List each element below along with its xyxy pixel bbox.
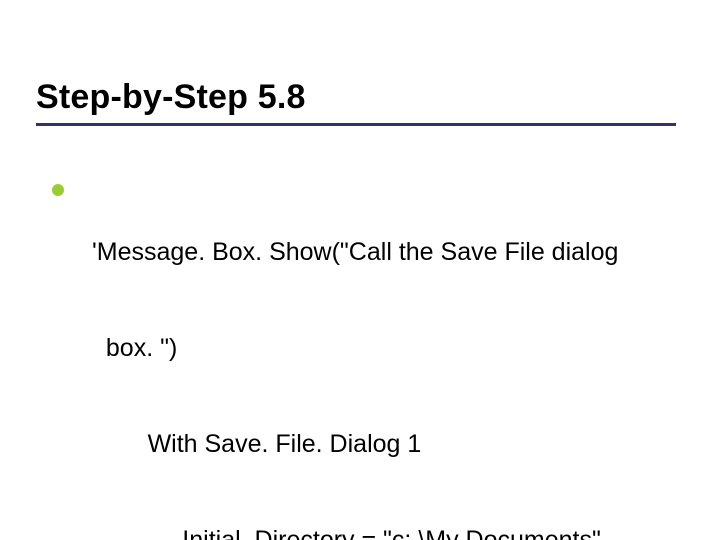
- code-line-3: . Initial. Directory = "c: \My Documents…: [92, 524, 652, 540]
- slide-title: Step-by-Step 5.8: [36, 78, 676, 117]
- title-underline: [36, 123, 676, 126]
- bullet-icon: [52, 184, 64, 196]
- code-line-1b: box. "): [92, 332, 652, 364]
- code-line-2: With Save. File. Dialog 1: [92, 428, 652, 460]
- slide: Step-by-Step 5.8 'Message. Box. Show("Ca…: [0, 0, 720, 540]
- title-area: Step-by-Step 5.8: [36, 78, 676, 126]
- code-block: 'Message. Box. Show("Call the Save File …: [92, 172, 652, 540]
- code-line-1a: 'Message. Box. Show("Call the Save File …: [92, 236, 652, 268]
